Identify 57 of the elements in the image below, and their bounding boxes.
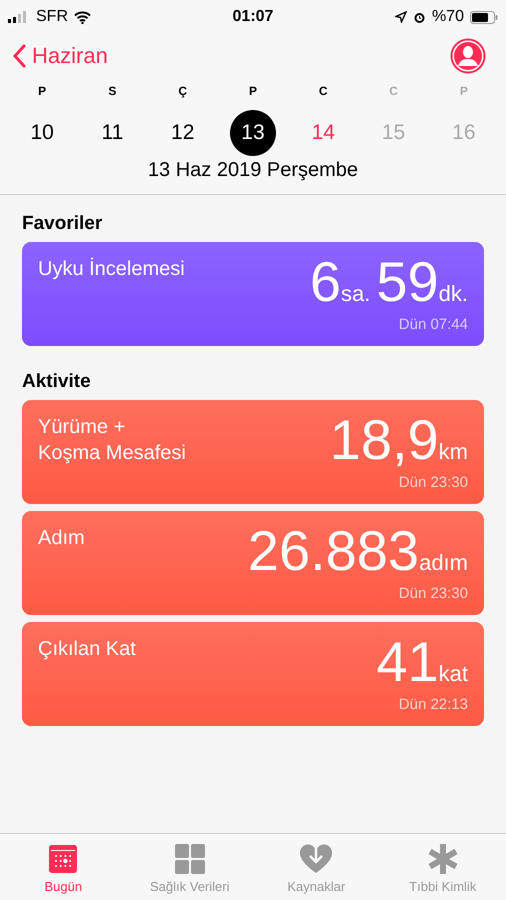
day-number[interactable]: 14 (300, 110, 346, 156)
weekday-letter: P (248, 84, 257, 98)
wifi-icon (74, 10, 91, 24)
card-time: Dün 23:30 (398, 474, 468, 491)
metric-unit: dk. (438, 283, 468, 305)
location-icon (394, 11, 407, 23)
section-title: Aktivite (22, 371, 92, 393)
card-title: Uyku İncelemesi (38, 256, 185, 282)
metric-value: 59 (376, 254, 439, 310)
clock-time: 01:07 (232, 8, 274, 26)
day-number[interactable]: 13 (230, 110, 276, 156)
day-number[interactable]: 16 (440, 110, 487, 156)
card-title: Çıkılan Kat (38, 637, 136, 662)
day-number[interactable]: 10 (19, 110, 66, 156)
asterisk-icon (428, 844, 458, 874)
weekday-letter: P (460, 84, 468, 98)
weekday-letter: Ç (178, 84, 188, 98)
alarm-icon (412, 10, 426, 24)
day-number[interactable]: 15 (370, 110, 417, 156)
back-button[interactable]: Haziran (12, 43, 108, 69)
date-label: 13 Haz 2019 Perşembe (146, 158, 360, 183)
metric-unit: adım (419, 552, 468, 574)
weekday-letter: S (108, 84, 116, 98)
day-number[interactable]: 11 (89, 110, 136, 156)
card-time: Dün 07:44 (398, 316, 468, 333)
card-title: Yürüme + Koşma Mesafesi (38, 415, 186, 466)
grid-icon (174, 844, 205, 874)
metric-unit: sa. (340, 283, 370, 305)
heart-arrow-icon (299, 844, 334, 874)
metric-unit: km (438, 441, 468, 463)
carrier: SFR (36, 8, 68, 26)
day-number[interactable]: 12 (160, 110, 206, 156)
weekday-letter: P (38, 84, 46, 98)
tab[interactable]: Sağlık Verileri (126, 834, 253, 900)
battery-percent: %70 (432, 8, 464, 26)
tab[interactable]: Kaynaklar (253, 834, 380, 900)
tab[interactable]: Tıbbi Kimlik (380, 834, 506, 900)
section-title: Favoriler (22, 213, 104, 235)
card-time: Dün 23:30 (398, 585, 468, 602)
metric-value: 41 (376, 634, 439, 690)
metric-card[interactable]: Yürüme + Koşma Mesafesi 18,9km Dün 23:30 (22, 400, 484, 504)
card-title: Adım (38, 526, 85, 551)
tab[interactable]: Bugün (0, 834, 126, 900)
metric-value: 18,9 (330, 412, 439, 468)
metric-card[interactable]: Uyku İncelemesi 6sa.59dk. Dün 07:44 (22, 242, 484, 346)
metric-card[interactable]: Çıkılan Kat 41kat Dün 22:13 (22, 622, 484, 726)
metric-value: 6 (310, 254, 341, 310)
weekday-letter: C (389, 84, 398, 98)
calendar-icon (48, 844, 78, 874)
metric-card[interactable]: Adım 26.883adım Dün 23:30 (22, 511, 484, 615)
metric-unit: kat (438, 663, 468, 685)
weekday-letter: C (318, 84, 328, 98)
metric-value: 26.883 (248, 523, 420, 579)
profile-icon[interactable] (450, 38, 486, 74)
battery-icon (470, 10, 498, 24)
chevron-icon (12, 44, 26, 68)
card-time: Dün 22:13 (398, 696, 468, 713)
